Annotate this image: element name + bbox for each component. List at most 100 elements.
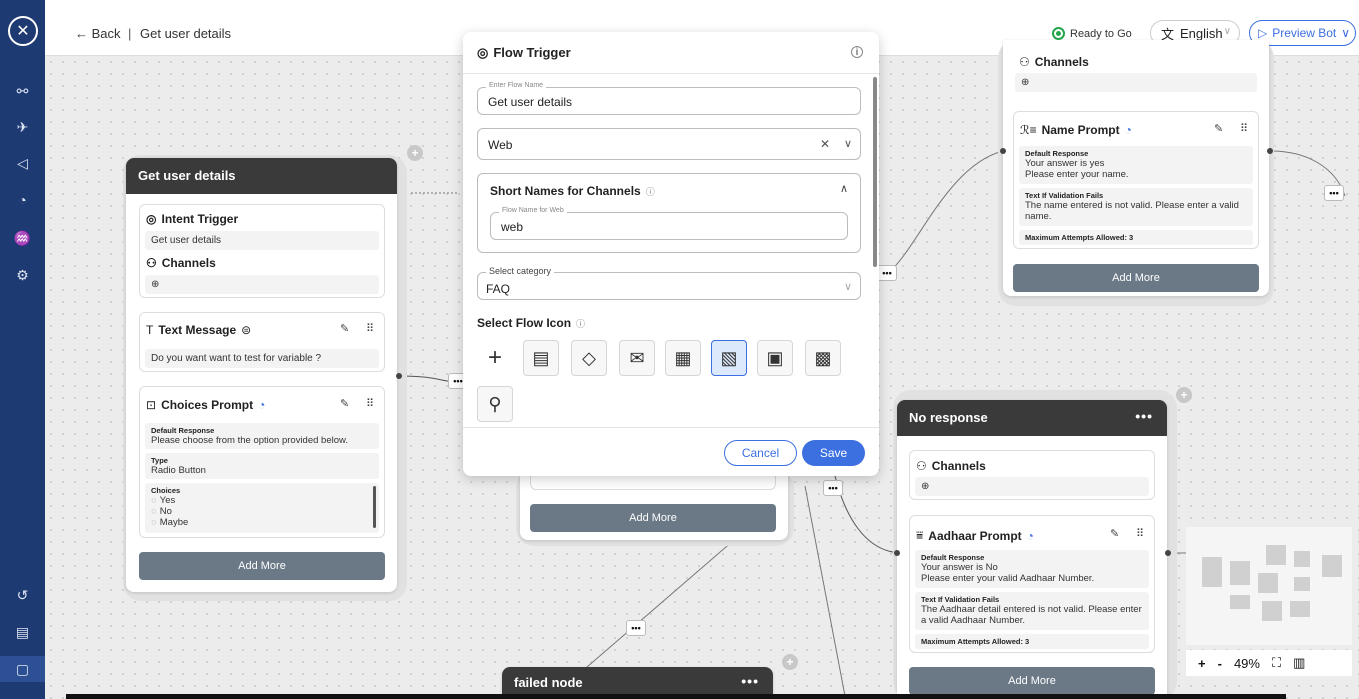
vehicle-icon[interactable]: ▩: [805, 340, 841, 376]
zoom-in-button[interactable]: +: [1198, 656, 1206, 671]
add-more-button[interactable]: Add More: [139, 552, 385, 580]
modal-scrollbar[interactable]: [873, 77, 877, 267]
docs-icon[interactable]: ▤: [0, 619, 45, 645]
drag-handle-icon[interactable]: ⠿: [366, 397, 374, 410]
back-button[interactable]: ← Back: [75, 26, 121, 41]
save-button[interactable]: Save: [802, 440, 865, 466]
text-message-value: Do you want want to test for variable ?: [145, 349, 379, 368]
more-options-icon[interactable]: •••: [1135, 408, 1153, 424]
add-node-icon[interactable]: +: [1176, 387, 1192, 403]
choices-title-text: Choices Prompt: [161, 398, 254, 412]
node-middle[interactable]: Add More: [520, 470, 788, 540]
preview-label: Preview Bot: [1272, 26, 1337, 40]
map-icon[interactable]: ▥: [1293, 655, 1305, 671]
history-icon[interactable]: ↺: [0, 582, 45, 608]
fit-view-icon[interactable]: ⛶: [1272, 655, 1281, 671]
icon-section-title-text: Select Flow Icon: [477, 316, 572, 330]
radio-icon: ○: [151, 506, 157, 517]
node-no-response[interactable]: No response ••• ⚇ Channels ⊕ ⩸ Aadhaar Prom…: [897, 400, 1167, 699]
type-label: Type: [151, 456, 168, 465]
web-name-field[interactable]: Flow Name for Web web: [490, 207, 848, 240]
channel-select[interactable]: Web ✕ ∨: [477, 128, 861, 160]
add-more-button[interactable]: Add More: [530, 504, 776, 532]
max-attempts: Maximum Attempts Allowed: 3: [1025, 233, 1134, 242]
document-icon[interactable]: ▧: [711, 340, 747, 376]
node-name-prompt[interactable]: ⚇ Channels ⊕ ℛ≡ Name Prompt ◔ ✎ ⠿ Default R…: [1003, 40, 1269, 296]
validation-label: Text If Validation Fails: [921, 595, 1000, 604]
rocket-icon[interactable]: ✈: [0, 114, 45, 140]
flow-name-field[interactable]: Enter Flow Name Get user details: [477, 82, 861, 115]
connector-menu-button[interactable]: •••: [877, 265, 897, 281]
connector-menu-button[interactable]: •••: [823, 480, 843, 496]
megaphone-icon[interactable]: ◁: [0, 150, 45, 176]
clear-icon[interactable]: ✕: [820, 137, 830, 151]
minimap[interactable]: [1186, 527, 1352, 645]
mail-icon[interactable]: ✉: [619, 340, 655, 376]
collapse-icon[interactable]: ▢: [0, 656, 45, 682]
minimap-node: [1230, 595, 1250, 609]
validation-value: The name entered is not valid. Please en…: [1025, 200, 1239, 222]
chevron-up-icon[interactable]: ∧: [840, 182, 848, 195]
connector-dot[interactable]: [396, 373, 402, 379]
choices-prompt-card[interactable]: ⊡ Choices Prompt ◔ ✎ ⠿ Default Response Pl…: [139, 386, 385, 538]
language-value: English: [1180, 25, 1223, 41]
channels-card[interactable]: ⚇ Channels ⊕: [909, 450, 1155, 500]
more-options-icon[interactable]: •••: [741, 673, 759, 689]
chevron-down-icon[interactable]: ∨: [844, 137, 852, 150]
info-icon[interactable]: ⓘ: [646, 185, 655, 198]
info-icon[interactable]: ⓘ: [576, 317, 585, 330]
flow-icon[interactable]: ⚯: [0, 78, 45, 104]
connector-menu-button[interactable]: •••: [626, 620, 646, 636]
validation-value: The Aadhaar detail entered is not valid.…: [921, 604, 1142, 626]
category-select[interactable]: Select category FAQ ∨: [477, 266, 861, 300]
choices-scrollbar[interactable]: [373, 486, 376, 528]
minimap-node: [1258, 573, 1278, 593]
aadhaar-prompt-card[interactable]: ⩸ Aadhaar Prompt ◔ ✎ ⠿ Default Response Yo…: [909, 515, 1155, 653]
drag-handle-icon[interactable]: ⠿: [1240, 122, 1248, 135]
category-value: FAQ: [486, 282, 511, 296]
chat-bubble-icon[interactable]: ▤: [523, 340, 559, 376]
connector-dot[interactable]: [1267, 148, 1273, 154]
cancel-button[interactable]: Cancel: [724, 440, 797, 466]
short-names-title: Short Names for Channels ⓘ: [490, 184, 655, 198]
drag-handle-icon[interactable]: ⠿: [1136, 527, 1144, 540]
edit-icon[interactable]: ✎: [1214, 122, 1223, 135]
add-more-button[interactable]: Add More: [1013, 264, 1259, 292]
node-get-user-details[interactable]: Get user details ◎ Intent Trigger Get use…: [126, 158, 397, 592]
add-icon[interactable]: +: [477, 340, 513, 376]
card-icon[interactable]: ◇: [571, 340, 607, 376]
channels-title-text: Channels: [161, 256, 216, 270]
minimap-node: [1290, 601, 1310, 617]
edit-icon[interactable]: ✎: [340, 397, 349, 410]
edit-icon[interactable]: ✎: [340, 322, 349, 335]
analytics-icon[interactable]: ◔: [0, 187, 45, 213]
chat-icon: ◔: [258, 398, 266, 412]
drag-handle-icon[interactable]: ⠿: [366, 322, 374, 335]
users-icon[interactable]: ♒: [0, 225, 45, 251]
text-message-card[interactable]: T Text Message ⊜ ✎ ⠿ Do you want want to t…: [139, 312, 385, 372]
max-attempts-row: Maximum Attempts Allowed: 3: [1019, 230, 1253, 245]
add-more-button[interactable]: Add More: [909, 667, 1155, 695]
connector-dot[interactable]: [1165, 550, 1171, 556]
name-prompt-card[interactable]: ℛ≡ Name Prompt ◔ ✎ ⠿ Default Response Your…: [1013, 111, 1259, 249]
calculator-icon[interactable]: ▣: [757, 340, 793, 376]
default-response-label: Default Response: [151, 426, 215, 435]
add-node-icon[interactable]: +: [782, 654, 798, 670]
logo-icon[interactable]: ✕: [8, 16, 38, 46]
receipt-icon[interactable]: ▦: [665, 340, 701, 376]
channels-icon: ⚇: [1019, 55, 1030, 69]
info-icon[interactable]: i: [851, 46, 863, 58]
settings-icon[interactable]: ⚙: [0, 262, 45, 288]
minimap-node: [1322, 555, 1342, 577]
add-node-icon[interactable]: +: [407, 145, 423, 161]
location-icon[interactable]: ⚲: [477, 386, 513, 422]
connector-dot[interactable]: [1000, 148, 1006, 154]
web-name-value: web: [501, 220, 524, 234]
connector-menu-button[interactable]: •••: [1324, 185, 1344, 201]
short-names-title-text: Short Names for Channels: [490, 184, 641, 198]
intent-trigger-card[interactable]: ◎ Intent Trigger Get user details ⚇ Channe…: [139, 204, 385, 298]
edit-icon[interactable]: ✎: [1110, 527, 1119, 540]
zoom-out-button[interactable]: -: [1218, 656, 1222, 671]
connector-dot[interactable]: [894, 550, 900, 556]
validation-row: Text If Validation Fails The name entere…: [1019, 188, 1253, 226]
